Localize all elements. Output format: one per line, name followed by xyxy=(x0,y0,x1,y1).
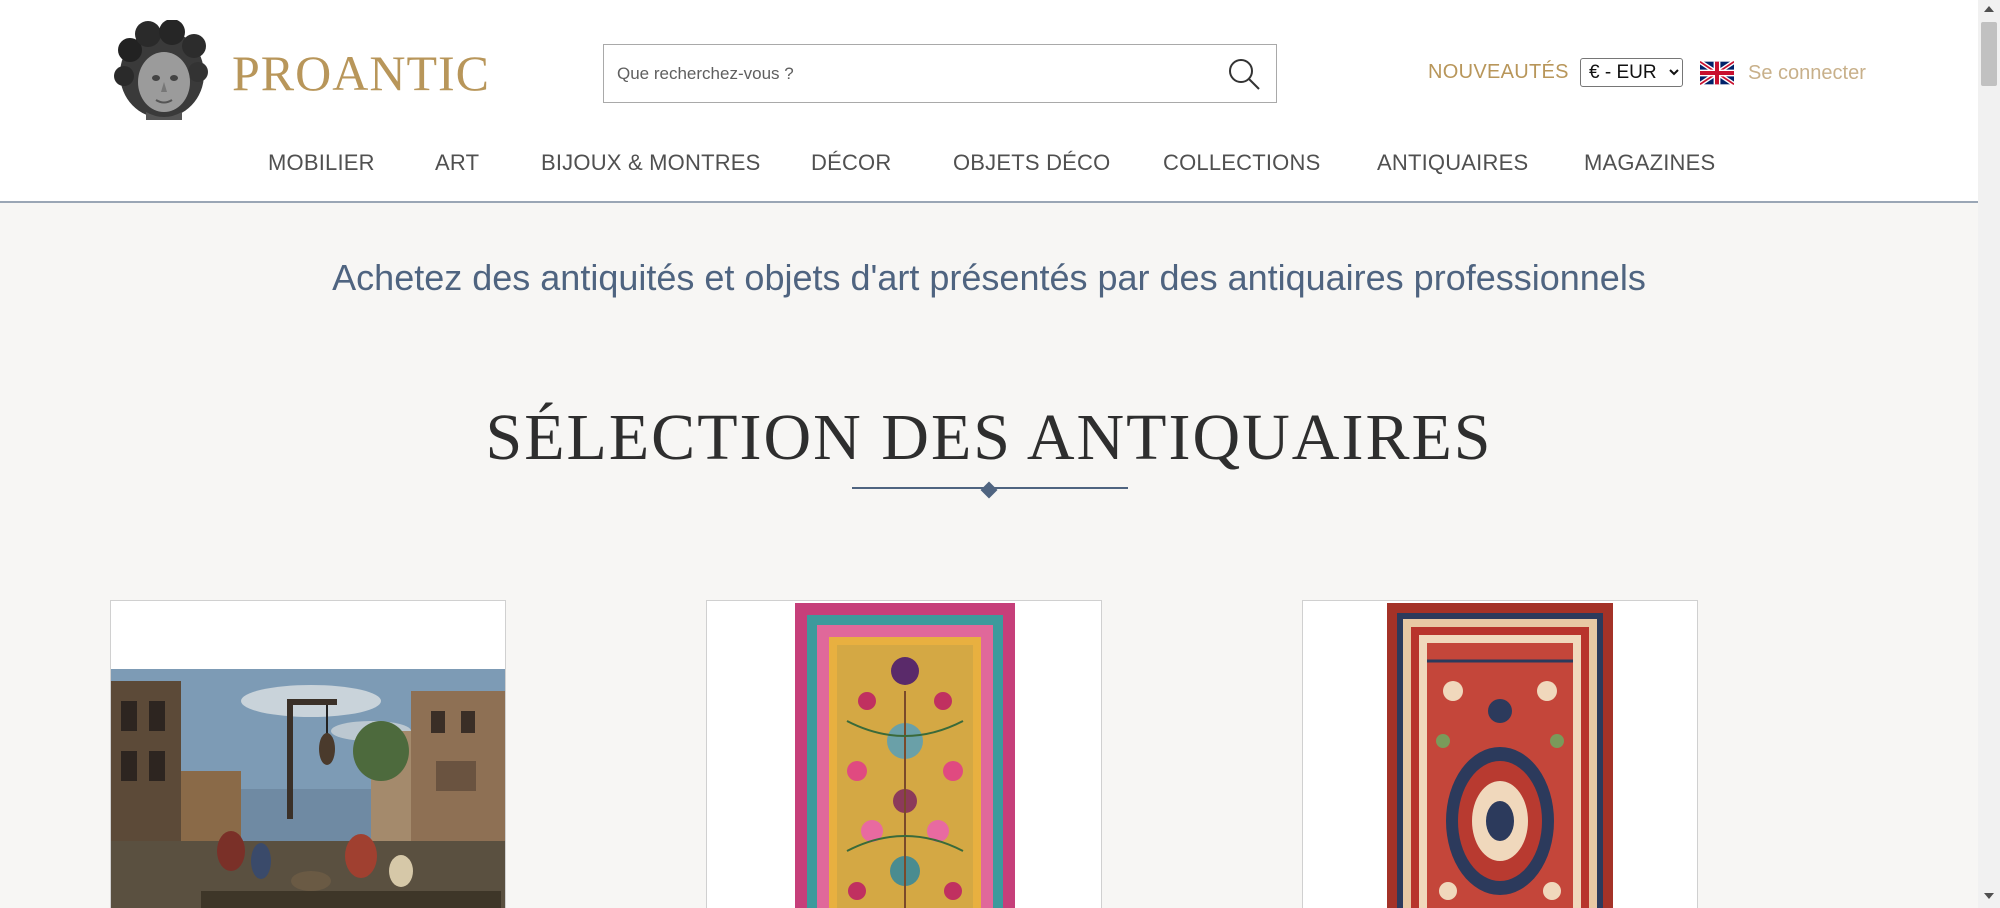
search-input[interactable] xyxy=(604,45,1204,102)
nav-item-bijoux-montres[interactable]: BIJOUX & MONTRES xyxy=(541,150,761,176)
page-scrollbar[interactable] xyxy=(1978,0,2000,908)
product-card[interactable] xyxy=(706,600,1102,908)
site-header: PROANTIC NOUVEAUTÉS € - EUR Se connecter… xyxy=(0,0,1978,203)
nouveautes-link[interactable]: NOUVEAUTÉS xyxy=(1428,61,1569,84)
nav-item-mobilier[interactable]: MOBILIER xyxy=(268,150,375,176)
nav-item-art[interactable]: ART xyxy=(435,150,479,176)
login-link[interactable]: Se connecter xyxy=(1748,62,1866,85)
logo-bust-icon xyxy=(114,20,208,120)
nav-item-magazines[interactable]: MAGAZINES xyxy=(1584,150,1715,176)
nav-item-antiquaires[interactable]: ANTIQUAIRES xyxy=(1377,150,1528,176)
uk-flag-icon[interactable] xyxy=(1700,60,1734,86)
product-card[interactable] xyxy=(1302,600,1698,908)
scroll-thumb[interactable] xyxy=(1981,22,1997,86)
scroll-up-arrow-icon[interactable] xyxy=(1984,6,1994,12)
rug-image xyxy=(707,601,1101,908)
nav-item-objets-deco[interactable]: OBJETS DÉCO xyxy=(953,150,1110,176)
tagline: Achetez des antiquités et objets d'art p… xyxy=(332,257,1646,298)
title-diamond-icon xyxy=(980,481,998,499)
section-title: SÉLECTION DES ANTIQUAIRES xyxy=(485,401,1493,474)
search-icon[interactable] xyxy=(1226,56,1262,92)
painting-image xyxy=(111,601,505,908)
nav-item-decor[interactable]: DÉCOR xyxy=(811,150,891,176)
search-box xyxy=(603,44,1277,103)
scroll-down-arrow-icon[interactable] xyxy=(1984,893,1994,899)
logo-text: PROANTIC xyxy=(232,45,491,101)
nav-item-collections[interactable]: COLLECTIONS xyxy=(1163,150,1320,176)
currency-select[interactable]: € - EUR xyxy=(1580,58,1683,87)
logo-link[interactable]: PROANTIC xyxy=(110,20,490,122)
product-card[interactable] xyxy=(110,600,506,908)
rug-image xyxy=(1303,601,1697,908)
